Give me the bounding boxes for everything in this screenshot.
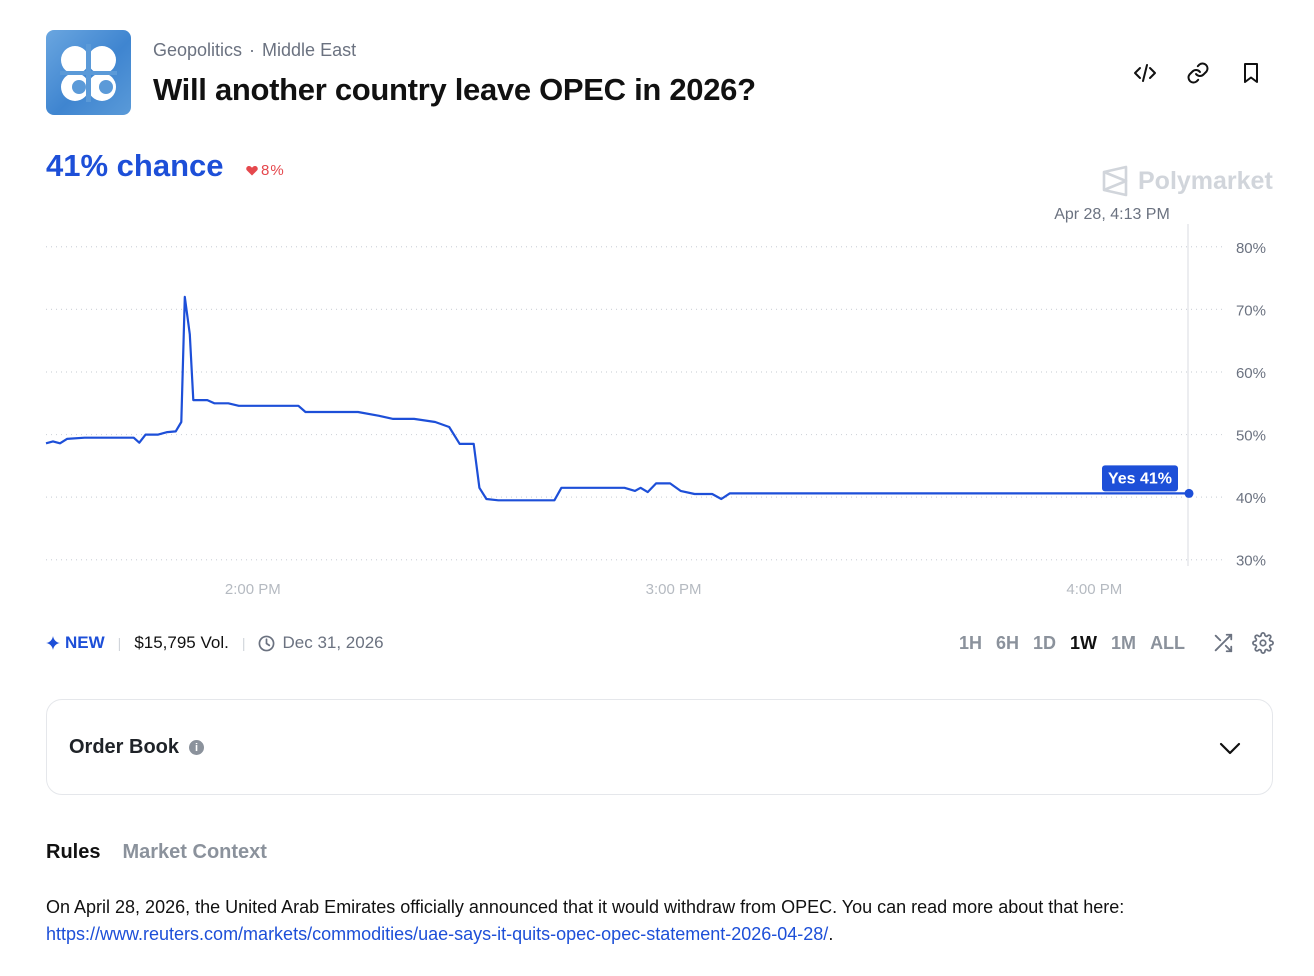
x-tick-label: 4:00 PM [1066,581,1122,598]
range-1d[interactable]: 1D [1026,633,1063,654]
rules-description: On April 28, 2026, the United Arab Emira… [46,897,1125,917]
end-date-value: Dec 31, 2026 [282,633,384,652]
rules-source-link[interactable]: https://www.reuters.com/markets/commodit… [46,924,828,944]
x-tick-label: 2:00 PM [225,581,281,598]
range-6h[interactable]: 6H [989,633,1026,654]
info-icon[interactable]: i [189,740,205,755]
end-date: Dec 31, 2026 [258,633,384,653]
y-axis-ticks: 80% 70% 60% 50% 40% 30% [1236,240,1266,570]
chevron-down-icon [1219,742,1241,755]
range-1h[interactable]: 1H [952,633,989,654]
hover-timestamp: Apr 28, 4:13 PM [1054,206,1170,223]
rules-text: On April 28, 2026, the United Arab Emira… [46,897,1125,944]
price-chart[interactable]: Apr 28, 4:13 PM 80% 70% 60% 50% 40% 30% 2:00 … [0,0,1314,610]
gear-icon [1252,632,1274,654]
sparkle-icon [46,636,60,650]
tab-rules[interactable]: Rules [46,841,100,864]
series-end-label: Yes 41% [1108,470,1172,487]
y-tick-label: 60% [1236,365,1266,382]
series-end-dot [1184,488,1194,498]
order-book-header: Order Book i [69,736,205,759]
y-tick-label: 50% [1236,428,1266,445]
volume: $15,795 Vol. [134,633,229,652]
tab-market-context[interactable]: Market Context [122,841,266,864]
clock-icon [259,635,275,651]
range-1w[interactable]: 1W [1063,633,1104,654]
y-tick-label: 80% [1236,240,1266,257]
y-tick-label: 40% [1236,490,1266,507]
market-meta: NEW | $15,795 Vol. | Dec 31, 2026 [46,630,384,656]
series-line-yes [45,295,1189,502]
x-axis-ticks: 2:00 PM 3:00 PM 4:00 PM [225,581,1122,598]
y-tick-label: 70% [1236,302,1266,319]
time-range-selector: 1H 6H 1D 1W 1M ALL [952,630,1192,656]
details-tabs: Rules Market Context [46,841,267,864]
new-badge: NEW [46,633,105,653]
shuffle-icon [1214,633,1233,653]
x-tick-label: 3:00 PM [646,581,702,598]
chart-settings-button[interactable] [1246,626,1280,660]
shuffle-button[interactable] [1206,626,1240,660]
y-tick-label: 30% [1236,553,1266,570]
order-book-title: Order Book [69,736,180,758]
order-book-toggle[interactable] [1217,736,1243,765]
range-all[interactable]: ALL [1143,633,1192,654]
order-book-panel[interactable]: Order Book i [46,699,1273,795]
range-1m[interactable]: 1M [1104,633,1143,654]
new-label: NEW [65,633,105,652]
